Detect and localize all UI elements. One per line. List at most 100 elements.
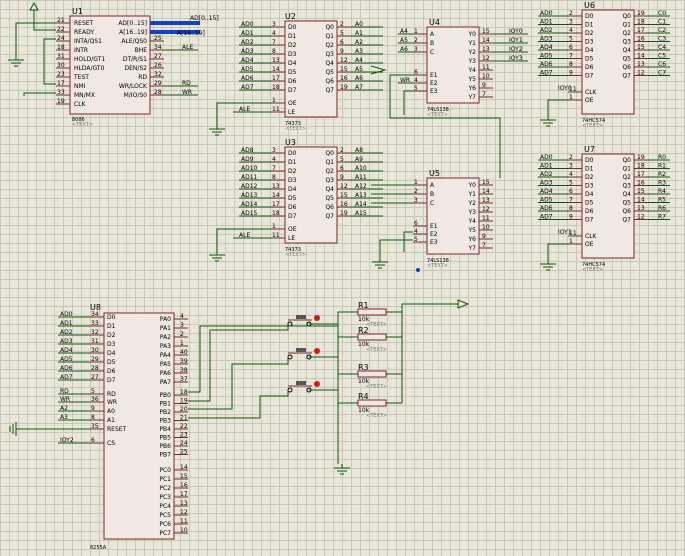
pin-label: D5: [288, 69, 297, 76]
net-label-out: IOY3: [509, 55, 523, 62]
pb2-wire[interactable]: [188, 390, 289, 419]
ready-wire[interactable]: [33, 10, 56, 31]
pin-number: 12: [637, 70, 645, 77]
pin-number: 2: [340, 21, 344, 28]
u1-pin-label: READY: [74, 29, 94, 36]
pin-label: Y4: [468, 218, 477, 225]
pushbutton-cap[interactable]: [296, 315, 306, 319]
pin-number: 15: [637, 44, 645, 51]
pin-number: 6: [414, 220, 418, 227]
pin-label: D7: [107, 377, 116, 384]
pin-label: E3: [430, 88, 438, 95]
pin-number: 12: [340, 183, 348, 190]
net-label-control: IOY2: [60, 437, 74, 444]
u1-pin-label: RESET: [74, 20, 94, 27]
switch-contact[interactable]: [287, 354, 293, 360]
switch-wire[interactable]: [309, 389, 358, 404]
pin-label: C: [430, 200, 434, 207]
pin-number: 3: [569, 163, 573, 170]
u2-refdes: U2: [285, 12, 296, 21]
net-label-in: AD3: [540, 36, 553, 43]
oe-wire[interactable]: [547, 99, 568, 116]
pushbutton-cap[interactable]: [296, 381, 306, 385]
schematic-canvas[interactable]: U1 21 RESET 22 READY 24 INTA/QS1 18 INTR 31 HOLD/G…: [0, 0, 685, 556]
net-label-in: AD2: [241, 39, 254, 46]
pin-label: B: [430, 40, 434, 47]
a7-arrow[interactable]: [370, 65, 387, 75]
u1-net-label: A[16..19]: [177, 30, 205, 37]
u7-refdes: U7: [584, 145, 595, 154]
net-label-out: C4: [658, 44, 666, 51]
u1-pin-label: DEN/S2: [124, 65, 147, 72]
net-label-le: ALE: [239, 106, 250, 113]
resistor-r1[interactable]: [357, 308, 387, 316]
net-label-control: A2: [60, 405, 68, 412]
pin-label: D5: [585, 200, 594, 207]
pin-number: 9: [482, 82, 486, 89]
net-label-out: A8: [355, 147, 363, 154]
net-label-in: AD1: [540, 19, 553, 26]
switch-wire[interactable]: [309, 356, 358, 375]
u1-pin-label: DT/R/S1: [123, 56, 147, 63]
pin-label: D3: [585, 39, 594, 46]
pin-number: 2: [569, 10, 573, 17]
pin-number: 8: [569, 205, 573, 212]
pin-label: D1: [585, 22, 594, 29]
pin-number: 16: [180, 482, 188, 489]
vcc-bus-wire[interactable]: [401, 303, 458, 312]
pin-label: Q6: [622, 208, 631, 215]
pin-label: D2: [107, 332, 116, 339]
pin-label: PA4: [160, 352, 171, 359]
pin-label: PB4: [159, 426, 171, 433]
u1-pin-number: 33: [57, 89, 65, 96]
pin-label: D0: [288, 150, 297, 157]
net-label-clk: IOY1: [558, 229, 572, 236]
pin-number: 11: [482, 64, 490, 71]
pin-label: D6: [585, 64, 594, 71]
resistor-r2[interactable]: [357, 333, 387, 341]
pb0-wire[interactable]: [188, 324, 289, 402]
pin-number: 15: [340, 66, 348, 73]
resistor-r4[interactable]: [357, 399, 387, 407]
switch-contact[interactable]: [287, 387, 293, 393]
pin-number: 1: [272, 223, 276, 230]
pin-label: Y4: [468, 67, 477, 74]
pin-label: D4: [288, 186, 297, 193]
net-label-out: A14: [355, 201, 367, 208]
e3-wire[interactable]: [403, 90, 413, 115]
net-label-out: R1: [658, 163, 666, 170]
pin-label: Q0: [622, 13, 631, 20]
net-label-out: IOY1: [509, 37, 523, 44]
e2-wire[interactable]: [403, 231, 413, 252]
pin-number: 17: [637, 171, 645, 178]
net-label-out: C2: [658, 27, 666, 34]
oe-wire[interactable]: [547, 243, 568, 260]
mnmx-wire[interactable]: [23, 92, 56, 96]
pin-number: 1: [569, 238, 573, 245]
pin-number: 7: [482, 91, 486, 98]
resistor-r3[interactable]: [357, 370, 387, 378]
pin-label: Q6: [622, 64, 631, 71]
pin-number: 4: [272, 30, 276, 37]
pin-number: 4: [272, 156, 276, 163]
schematic-svg: U121 RESET22 READY24 INTA/QS118 INTR31 HOLD/G…: [8, 1, 670, 551]
pin-number: 2: [569, 154, 573, 161]
pin-label: PB0: [159, 392, 171, 399]
pin-number: 12: [340, 57, 348, 64]
net-label-data: AD2: [60, 329, 73, 336]
net-label-control: A3: [60, 414, 68, 421]
net-label-out: A13: [355, 192, 367, 199]
pin-label: Q5: [325, 195, 334, 202]
pin-label: Y6: [468, 85, 477, 92]
e3-wire[interactable]: [379, 239, 413, 258]
pin-label: A0: [107, 408, 115, 415]
ctrl-wire[interactable]: [43, 38, 56, 85]
pin-number: 9: [569, 214, 573, 221]
pushbutton-cap[interactable]: [296, 348, 306, 352]
switch-led-icon: [314, 381, 320, 387]
pin-number: 25: [180, 449, 188, 456]
pin-number: 2: [180, 331, 184, 338]
pin-number: 19: [340, 84, 348, 91]
switch-contact[interactable]: [287, 321, 293, 327]
pin-number: 14: [482, 37, 490, 44]
